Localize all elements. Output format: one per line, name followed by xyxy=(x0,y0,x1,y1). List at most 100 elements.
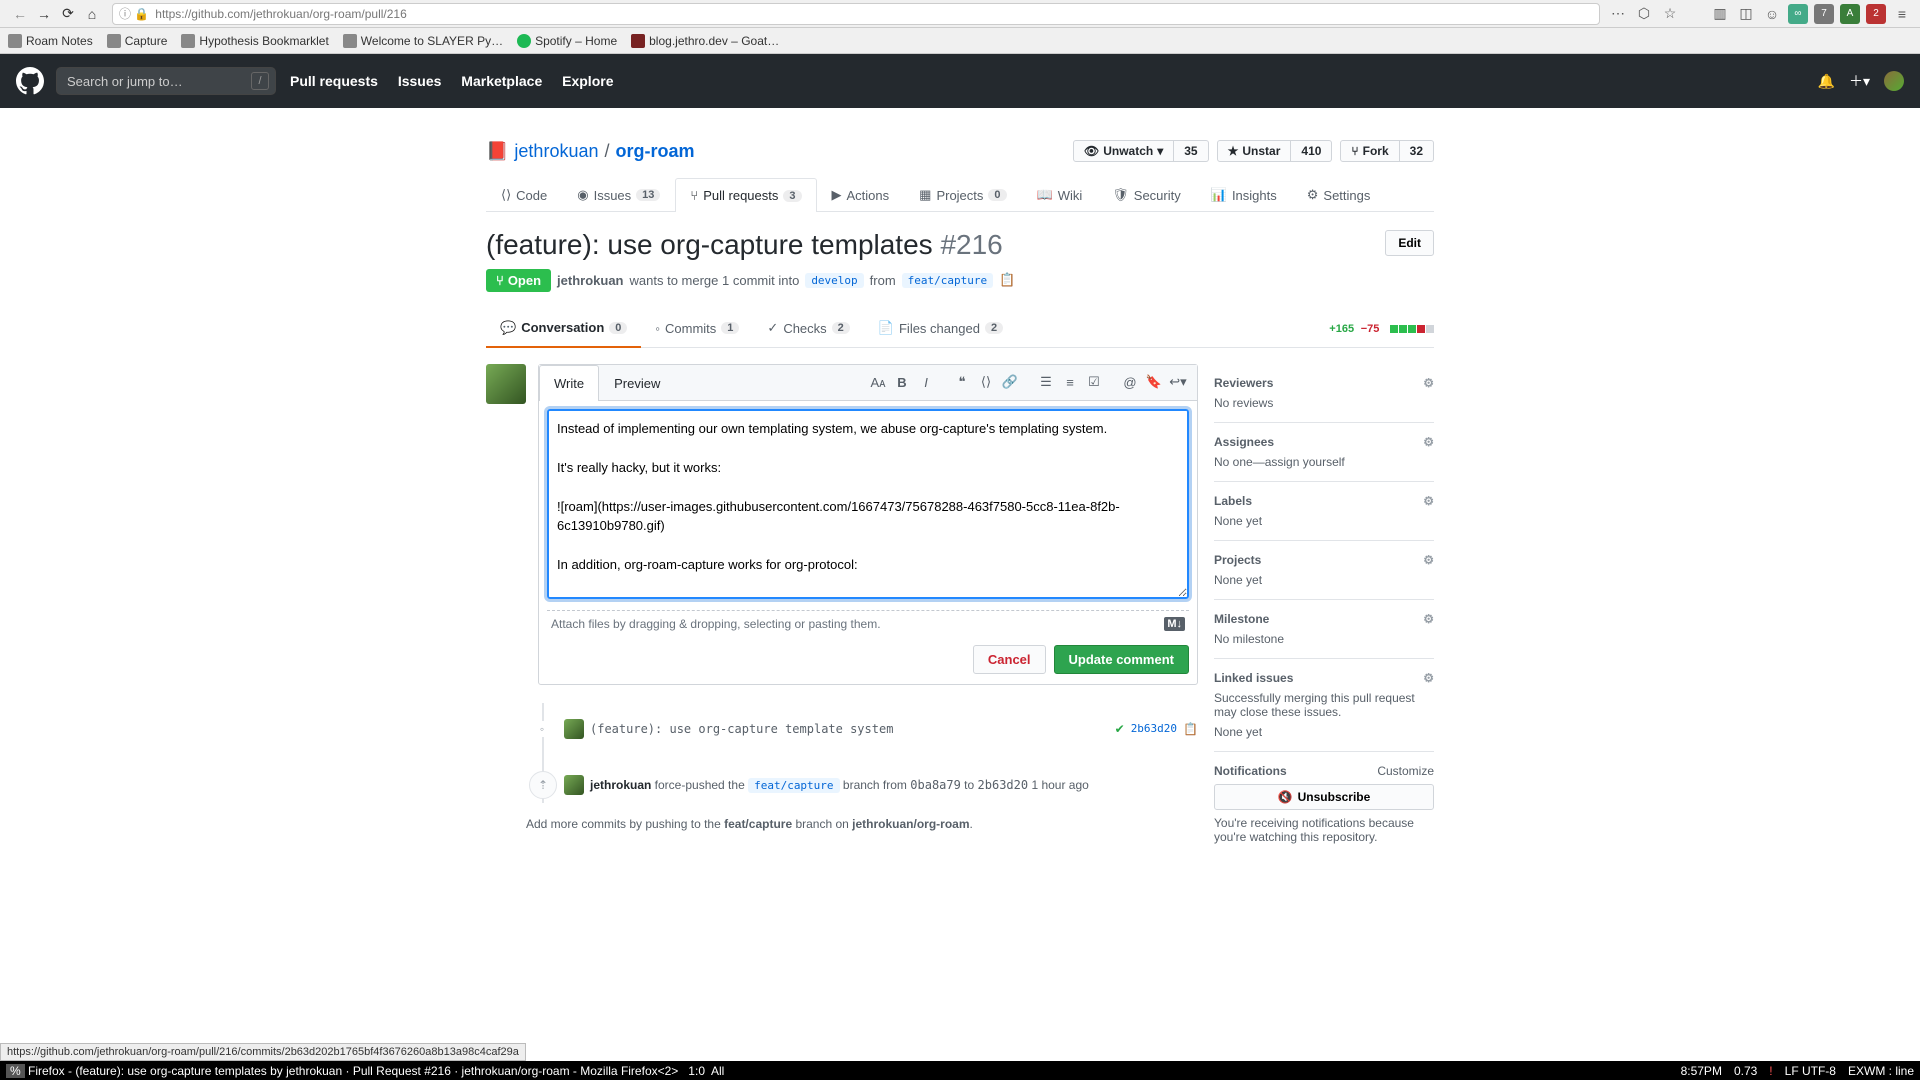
user-avatar[interactable] xyxy=(1884,71,1904,91)
check-success-icon[interactable]: ✔ xyxy=(1115,722,1125,736)
nav-pull-requests[interactable]: Pull requests xyxy=(290,73,378,89)
markdown-icon[interactable]: M↓ xyxy=(1164,617,1185,631)
ol-icon[interactable]: ≡ xyxy=(1059,371,1081,393)
tab-wiki[interactable]: 📖Wiki xyxy=(1022,178,1098,211)
bookmark-item[interactable]: Spotify – Home xyxy=(517,34,617,48)
push-author[interactable]: jethrokuan xyxy=(590,778,651,792)
tab-checks[interactable]: ✓Checks2 xyxy=(753,310,863,346)
sidebar-labels: Labels⚙ None yet xyxy=(1214,482,1434,541)
write-tab[interactable]: Write xyxy=(539,365,599,401)
sidebar-assignees: Assignees⚙ No one—assign yourself xyxy=(1214,423,1434,482)
bookmark-item[interactable]: Roam Notes xyxy=(8,34,93,48)
tab-settings[interactable]: ⚙Settings xyxy=(1292,178,1386,211)
ul-icon[interactable]: ☰ xyxy=(1035,371,1057,393)
quote-icon[interactable]: ❝ xyxy=(951,371,973,393)
saved-reply-icon[interactable]: 🔖 xyxy=(1143,371,1165,393)
head-branch[interactable]: feat/capture xyxy=(902,273,993,288)
tab-issues[interactable]: ◉Issues13 xyxy=(562,178,675,211)
gear-icon[interactable]: ⚙ xyxy=(1423,494,1434,508)
hover-url: https://github.com/jethrokuan/org-roam/p… xyxy=(0,1043,526,1061)
commit-message[interactable]: (feature): use org-capture template syst… xyxy=(590,722,893,736)
commit-author-avatar[interactable] xyxy=(564,719,584,739)
assign-yourself-link[interactable]: assign yourself xyxy=(1265,455,1345,469)
tab-actions[interactable]: ▶Actions xyxy=(817,178,905,211)
task-list-icon[interactable]: ☑ xyxy=(1083,371,1105,393)
url-bar[interactable]: ⓘ 🔒 https://github.com/jethrokuan/org-ro… xyxy=(112,3,1600,25)
github-logo-icon[interactable] xyxy=(16,67,44,95)
copy-icon[interactable]: 📋 xyxy=(999,272,1015,288)
fork-count[interactable]: 32 xyxy=(1400,140,1434,162)
tab-security[interactable]: 🛡Security xyxy=(1097,178,1195,211)
watch-button[interactable]: 👁 Unwatch ▾ xyxy=(1073,140,1174,162)
comment-textarea[interactable] xyxy=(547,409,1189,599)
attach-hint[interactable]: Attach files by dragging & dropping, sel… xyxy=(547,610,1189,637)
watch-count[interactable]: 35 xyxy=(1174,140,1208,162)
star-count[interactable]: 410 xyxy=(1291,140,1332,162)
mention-icon[interactable]: @ xyxy=(1119,371,1141,393)
bookmark-item[interactable]: Capture xyxy=(107,34,168,48)
nav-marketplace[interactable]: Marketplace xyxy=(461,73,542,89)
gear-icon[interactable]: ⚙ xyxy=(1423,376,1434,390)
cancel-button[interactable]: Cancel xyxy=(973,645,1046,674)
pocket-icon[interactable]: ⬡ xyxy=(1634,4,1654,24)
repo-name-link[interactable]: org-roam xyxy=(616,141,695,162)
tab-pull-requests[interactable]: ⑂Pull requests3 xyxy=(675,178,816,212)
gear-icon: ⚙ xyxy=(1307,187,1319,203)
nav-explore[interactable]: Explore xyxy=(562,73,613,89)
notifications-icon[interactable]: 🔔 xyxy=(1818,73,1835,90)
italic-icon[interactable]: I xyxy=(915,371,937,393)
emacs-modeline: % Firefox - (feature): use org-capture t… xyxy=(0,1061,1920,1080)
bold-icon[interactable]: B xyxy=(891,371,913,393)
forward-button[interactable]: → xyxy=(32,2,56,26)
reload-button[interactable]: ⟳ xyxy=(56,2,80,26)
fork-button[interactable]: ⑂ Fork xyxy=(1340,140,1399,162)
bookmark-item[interactable]: Hypothesis Bookmarklet xyxy=(181,34,328,48)
bookmark-item[interactable]: Welcome to SLAYER Py… xyxy=(343,34,503,48)
tab-conversation[interactable]: 💬Conversation0 xyxy=(486,310,641,348)
tab-insights[interactable]: 📊Insights xyxy=(1196,178,1292,211)
clipboard-icon[interactable]: 📋 xyxy=(1183,722,1198,736)
back-button[interactable]: ← xyxy=(8,2,32,26)
menu-icon[interactable]: ≡ xyxy=(1892,4,1912,24)
star-button[interactable]: ★ Unstar xyxy=(1217,140,1292,162)
create-new-icon[interactable]: ＋▾ xyxy=(1849,71,1870,91)
heading-icon[interactable]: Aᴀ xyxy=(867,371,889,393)
update-comment-button[interactable]: Update comment xyxy=(1054,645,1189,674)
gear-icon[interactable]: ⚙ xyxy=(1423,671,1434,685)
repo-owner-link[interactable]: jethrokuan xyxy=(514,141,598,162)
code-icon[interactable]: ⟨⟩ xyxy=(975,371,997,393)
ext-icon-2[interactable]: 7 xyxy=(1814,4,1834,24)
gear-icon[interactable]: ⚙ xyxy=(1423,553,1434,567)
sidebar-icon[interactable]: ◫ xyxy=(1736,4,1756,24)
preview-tab[interactable]: Preview xyxy=(599,365,675,401)
edit-button[interactable]: Edit xyxy=(1385,230,1434,256)
ext-icon-1[interactable]: ∞ xyxy=(1788,4,1808,24)
commit-hash-link[interactable]: 2b63d20 xyxy=(1131,722,1177,735)
tab-code[interactable]: ⟨⟩Code xyxy=(486,178,562,211)
url-text: https://github.com/jethrokuan/org-roam/p… xyxy=(155,7,406,21)
user-avatar[interactable] xyxy=(486,364,526,404)
account-icon[interactable]: ☺ xyxy=(1762,4,1782,24)
bookmark-star-icon[interactable]: ☆ xyxy=(1660,4,1680,24)
home-button[interactable]: ⌂ xyxy=(80,2,104,26)
gear-icon[interactable]: ⚙ xyxy=(1423,435,1434,449)
reply-icon[interactable]: ↩▾ xyxy=(1167,371,1189,393)
search-input[interactable]: Search or jump to… / xyxy=(56,67,276,95)
base-branch[interactable]: develop xyxy=(805,273,863,288)
nav-issues[interactable]: Issues xyxy=(398,73,442,89)
bookmark-item[interactable]: blog.jethro.dev – Goat… xyxy=(631,34,779,48)
commit-item: ◦ (feature): use org-capture template sy… xyxy=(564,711,1198,747)
library-icon[interactable]: ▥ xyxy=(1710,4,1730,24)
customize-link[interactable]: Customize xyxy=(1377,764,1434,778)
gear-icon[interactable]: ⚙ xyxy=(1423,612,1434,626)
unsubscribe-button[interactable]: 🔇Unsubscribe xyxy=(1214,784,1434,810)
tab-commits[interactable]: ◦Commits1 xyxy=(641,311,753,346)
tab-files-changed[interactable]: 📄Files changed2 xyxy=(864,310,1017,346)
tab-projects[interactable]: ▦Projects0 xyxy=(904,178,1021,211)
pr-author[interactable]: jethrokuan xyxy=(557,273,623,288)
ext-icon-3[interactable]: A xyxy=(1840,4,1860,24)
page-actions-icon[interactable]: ⋯ xyxy=(1608,4,1628,24)
ext-icon-4[interactable]: 2 xyxy=(1866,4,1886,24)
link-icon[interactable]: 🔗 xyxy=(999,371,1021,393)
push-author-avatar[interactable] xyxy=(564,775,584,795)
